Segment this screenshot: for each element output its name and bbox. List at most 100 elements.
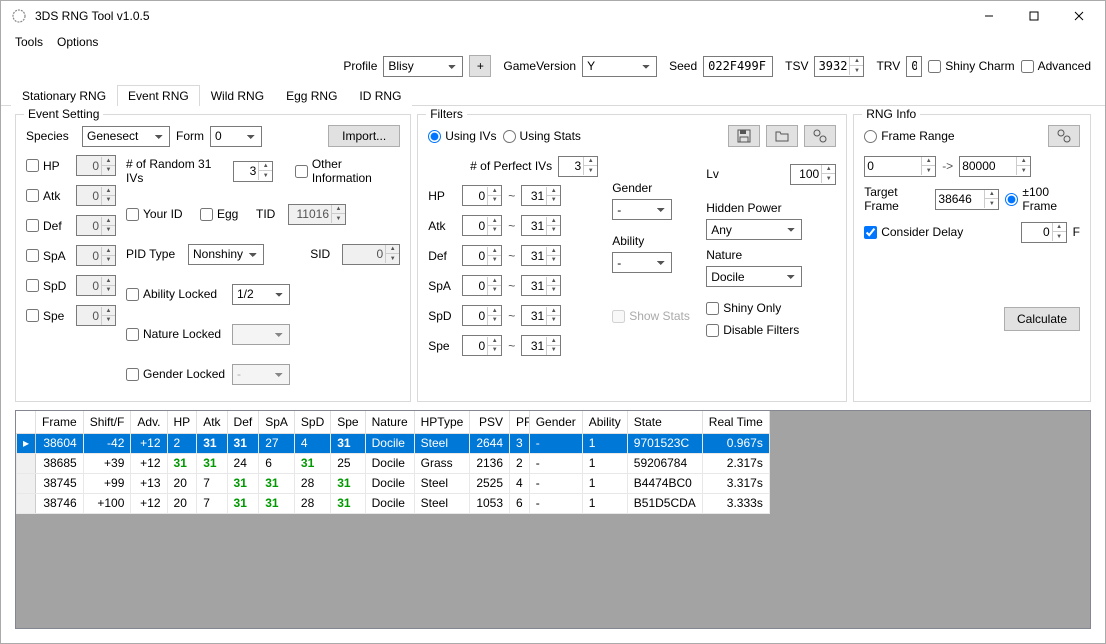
tsv-input[interactable] <box>815 57 849 76</box>
filter-def-max[interactable] <box>522 246 546 265</box>
filter-def-min[interactable] <box>463 246 487 265</box>
settings-button[interactable] <box>804 125 836 147</box>
range-from-input[interactable] <box>865 157 921 176</box>
calculate-button[interactable]: Calculate <box>1004 307 1080 331</box>
framerange-radio[interactable]: Frame Range <box>864 129 954 143</box>
otherinfo-check[interactable]: Other Information <box>295 157 400 185</box>
table-row[interactable]: 38746+100+1220731312831DocileSteel10536-… <box>17 493 770 513</box>
profile-select[interactable]: Blisy <box>383 56 463 77</box>
abilitylocked-check[interactable]: Ability Locked <box>126 287 226 301</box>
table-row[interactable]: 38685+39+1231312463125DocileGrass21362-1… <box>17 453 770 473</box>
menu-options[interactable]: Options <box>57 35 98 49</box>
lock-hp-input <box>77 156 101 175</box>
table-row[interactable]: ▸38604-42+122313127431DocileSteel26443-1… <box>17 433 770 453</box>
filter-spe-min[interactable] <box>463 336 487 355</box>
gameversion-select[interactable]: Y <box>582 56 657 77</box>
targetframe-input[interactable] <box>936 190 984 209</box>
profile-add-button[interactable]: + <box>469 55 491 77</box>
filter-spa-min[interactable] <box>463 276 487 295</box>
trv-input[interactable] <box>906 56 922 77</box>
results-table: FrameShift/FAdv.HPAtkDefSpASpDSpeNatureH… <box>16 411 770 514</box>
lock-spa-input <box>77 246 101 265</box>
gender-label: Gender <box>612 181 652 195</box>
import-button[interactable]: Import... <box>328 125 400 147</box>
hiddenpower-select[interactable]: Any <box>706 219 802 240</box>
lock-hp-check[interactable]: HP <box>26 159 70 173</box>
lock-spa-check[interactable]: SpA <box>26 249 70 263</box>
lock-atk-input <box>77 186 101 205</box>
usingivs-radio[interactable]: Using IVs <box>428 129 496 143</box>
tab-egg-rng[interactable]: Egg RNG <box>275 85 348 106</box>
usingstats-radio[interactable]: Using Stats <box>503 129 581 143</box>
open-button[interactable] <box>766 125 798 147</box>
sid-input <box>343 245 385 264</box>
gender-select[interactable]: - <box>612 199 672 220</box>
tid-label: TID <box>256 207 282 221</box>
yourid-check[interactable]: Your ID <box>126 207 194 221</box>
lv-label: Lv <box>706 167 784 181</box>
tab-event-rng[interactable]: Event RNG <box>117 85 200 106</box>
tid-input <box>289 205 331 224</box>
pidtype-label: PID Type <box>126 247 182 261</box>
table-row[interactable]: 38745+99+1320731312831DocileSteel25254-1… <box>17 473 770 493</box>
save-button[interactable] <box>728 125 760 147</box>
pidtype-select[interactable]: Nonshiny <box>188 244 264 265</box>
genderlocked-select: - <box>232 364 290 385</box>
menu-tools[interactable]: Tools <box>15 35 43 49</box>
rand31-label: # of Random 31 IVs <box>126 157 227 185</box>
ability-select[interactable]: - <box>612 252 672 273</box>
filter-spd-min[interactable] <box>463 306 487 325</box>
disablefilters-check[interactable]: Disable Filters <box>706 323 836 337</box>
naturelocked-select <box>232 324 290 345</box>
rand31-input[interactable] <box>234 162 258 181</box>
abilitylocked-select[interactable]: 1/2 <box>232 284 290 305</box>
genderlocked-check[interactable]: Gender Locked <box>126 367 226 381</box>
tab-stationary-rng[interactable]: Stationary RNG <box>11 85 117 106</box>
results-table-wrap[interactable]: FrameShift/FAdv.HPAtkDefSpASpDSpeNatureH… <box>15 410 1091 629</box>
filter-spa-max[interactable] <box>522 276 546 295</box>
hiddenpower-label: Hidden Power <box>706 201 781 215</box>
egg-check[interactable]: Egg <box>200 207 250 221</box>
rnginfo-group: RNG Info Frame Range ▲▼ -> ▲▼ Target Fra… <box>853 114 1091 402</box>
lock-def-check[interactable]: Def <box>26 219 70 233</box>
filter-hp-max[interactable] <box>522 186 546 205</box>
lock-spd-check[interactable]: SpD <box>26 279 70 293</box>
seed-input[interactable] <box>703 56 773 77</box>
seed-label: Seed <box>669 59 697 73</box>
range-to-input[interactable] <box>960 157 1016 176</box>
tab-wild-rng[interactable]: Wild RNG <box>200 85 275 106</box>
gameversion-label: GameVersion <box>503 59 576 73</box>
close-button[interactable] <box>1056 2 1101 30</box>
eventsetting-group: Event Setting Species Genesect Form 0 Im… <box>15 114 411 402</box>
filter-hp-min[interactable] <box>463 186 487 205</box>
naturelocked-check[interactable]: Nature Locked <box>126 327 226 341</box>
delay-input[interactable] <box>1022 223 1052 242</box>
lv-input[interactable] <box>791 165 821 184</box>
filter-spe-max[interactable] <box>522 336 546 355</box>
titlebar: 3DS RNG Tool v1.0.5 <box>1 1 1105 31</box>
species-label: Species <box>26 129 76 143</box>
advanced-check[interactable]: Advanced <box>1021 59 1091 73</box>
perfectivs-input[interactable] <box>559 157 583 176</box>
lock-spe-input <box>77 306 101 325</box>
ability-label: Ability <box>612 234 644 248</box>
rnginfo-settings-button[interactable] <box>1048 125 1080 147</box>
maximize-button[interactable] <box>1011 2 1056 30</box>
shinycharm-check[interactable]: Shiny Charm <box>928 59 1014 73</box>
filter-atk-min[interactable] <box>463 216 487 235</box>
lock-spe-check[interactable]: Spe <box>26 309 70 323</box>
tab-id-rng[interactable]: ID RNG <box>348 85 412 106</box>
considerdelay-check[interactable]: Consider Delay <box>864 225 963 239</box>
form-select[interactable]: 0 <box>210 126 262 147</box>
filters-group: Filters Using IVs Using Stats # of Perfe… <box>417 114 847 402</box>
filter-spd-max[interactable] <box>522 306 546 325</box>
species-select[interactable]: Genesect <box>82 126 170 147</box>
lock-atk-check[interactable]: Atk <box>26 189 70 203</box>
targetframe-label: Target Frame <box>864 185 929 213</box>
lock-def-input <box>77 216 101 235</box>
filter-atk-max[interactable] <box>522 216 546 235</box>
minimize-button[interactable] <box>966 2 1011 30</box>
shinyonly-check[interactable]: Shiny Only <box>706 301 836 315</box>
pm100-radio[interactable]: ±100 Frame <box>1005 185 1080 213</box>
nature-select[interactable]: Docile <box>706 266 802 287</box>
